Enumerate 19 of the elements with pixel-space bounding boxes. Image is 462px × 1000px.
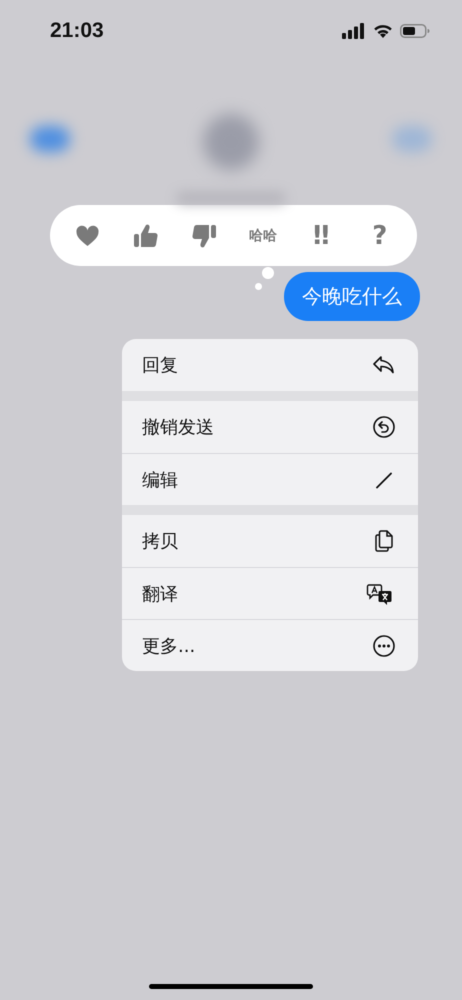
menu-item[interactable]: 更多...	[122, 619, 418, 671]
message-bubble: 今晚吃什么	[284, 272, 420, 321]
heart-icon[interactable]	[74, 224, 100, 246]
more-icon	[372, 634, 396, 658]
thumbs-up-icon[interactable]	[132, 222, 159, 248]
menu-item[interactable]: 撤销发送	[122, 401, 418, 453]
thumbs-down-icon[interactable]	[191, 222, 218, 248]
menu-item[interactable]: 翻译	[122, 567, 418, 619]
signal-icon	[342, 23, 366, 39]
reaction-label[interactable]: 哈哈	[248, 226, 277, 244]
undo-icon	[372, 415, 396, 439]
menu-item[interactable]: 回复	[122, 339, 418, 391]
wifi-icon	[373, 23, 393, 39]
menu-item[interactable]: 拷贝	[122, 515, 418, 567]
bubble-dot	[255, 283, 262, 290]
reaction-label[interactable]: ‼	[313, 220, 330, 250]
status-time: 21:03	[50, 19, 104, 43]
battery-icon	[400, 23, 430, 39]
reaction-label[interactable]: ?	[372, 220, 388, 250]
